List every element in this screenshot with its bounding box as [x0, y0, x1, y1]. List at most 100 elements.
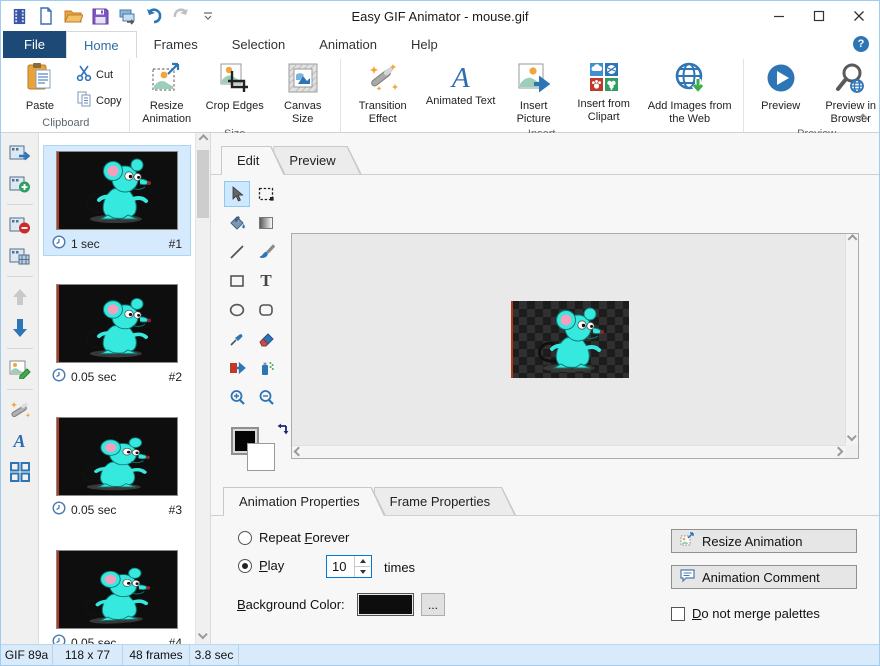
- delete-frame-icon[interactable]: [8, 214, 32, 236]
- play-radio[interactable]: Play: [238, 558, 284, 573]
- background-color-browse-button[interactable]: ...: [421, 593, 445, 616]
- fill-tool-icon[interactable]: [224, 210, 250, 236]
- insert-from-clipart-button[interactable]: Insert from Clipart: [568, 59, 640, 125]
- eraser-tool-icon[interactable]: [253, 326, 279, 352]
- export-frames-icon[interactable]: [117, 6, 137, 26]
- scroll-right-icon[interactable]: [834, 447, 844, 457]
- tab-file[interactable]: File: [3, 31, 66, 58]
- tab-help[interactable]: Help: [394, 31, 455, 58]
- canvas-horizontal-scrollbar[interactable]: [292, 445, 845, 458]
- preview-button[interactable]: Preview: [747, 59, 815, 114]
- radio-circle[interactable]: [238, 531, 252, 545]
- color-swatches: [231, 425, 291, 473]
- replace-color-tool-icon[interactable]: [224, 355, 250, 381]
- insert-picture-button[interactable]: Insert Picture: [500, 59, 568, 127]
- edit-canvas[interactable]: [292, 234, 845, 445]
- extract-frame-icon[interactable]: [8, 142, 32, 164]
- repeat-forever-radio[interactable]: Repeat Forever: [238, 530, 349, 545]
- ellipse-tool-icon[interactable]: [224, 297, 250, 323]
- rounded-rect-tool-icon[interactable]: [253, 297, 279, 323]
- swap-colors-icon[interactable]: [275, 421, 291, 442]
- qat-dropdown-icon[interactable]: [198, 6, 218, 26]
- tab-selection[interactable]: Selection: [215, 31, 302, 58]
- frame-item-1[interactable]: 1 sec #1: [43, 145, 191, 256]
- frames-scrollbar[interactable]: [195, 133, 210, 644]
- add-images-web-button[interactable]: Add Images from the Web: [640, 59, 740, 127]
- manage-frames-icon[interactable]: [8, 461, 32, 483]
- clock-icon: [52, 634, 66, 644]
- scroll-down-icon[interactable]: [847, 431, 857, 441]
- spin-up-icon[interactable]: [354, 556, 370, 566]
- tab-animation-properties[interactable]: Animation Properties: [223, 487, 386, 515]
- canvas-size-button[interactable]: Canvas Size: [269, 59, 337, 127]
- tab-frames[interactable]: Frames: [137, 31, 215, 58]
- minimize-button[interactable]: [759, 1, 799, 31]
- undo-icon[interactable]: [144, 6, 164, 26]
- scroll-up-icon[interactable]: [196, 133, 210, 148]
- copy-button[interactable]: Copy: [76, 91, 122, 110]
- tab-animation[interactable]: Animation: [302, 31, 394, 58]
- frame-duration: 0.05 sec: [71, 503, 116, 517]
- select-tool-icon[interactable]: [224, 181, 250, 207]
- preview-in-browser-button[interactable]: Preview in Browser: [815, 59, 880, 127]
- preview-in-browser-icon: [835, 62, 867, 99]
- eyedropper-tool-icon[interactable]: [224, 326, 250, 352]
- maximize-button[interactable]: [799, 1, 839, 31]
- resize-animation-button[interactable]: Resize Animation: [133, 59, 201, 127]
- scroll-left-icon[interactable]: [294, 447, 304, 457]
- zoom-in-tool-icon[interactable]: [224, 384, 250, 410]
- edit-frame-icon[interactable]: [8, 358, 32, 380]
- tab-preview[interactable]: Preview: [273, 146, 361, 174]
- animated-text-button[interactable]: A Animated Text: [422, 59, 500, 109]
- radio-circle[interactable]: [238, 559, 252, 573]
- add-frame-icon[interactable]: [8, 173, 32, 195]
- frame-item-2[interactable]: 0.05 sec #2: [43, 278, 191, 389]
- scroll-up-icon[interactable]: [848, 234, 858, 244]
- effects-wand-icon[interactable]: [8, 399, 32, 421]
- animation-comment-button[interactable]: Animation Comment: [671, 565, 857, 589]
- tab-edit[interactable]: Edit: [221, 146, 285, 174]
- tab-frame-properties[interactable]: Frame Properties: [374, 487, 516, 515]
- play-times-input[interactable]: [327, 556, 354, 577]
- cut-button[interactable]: Cut: [76, 65, 122, 84]
- properties-tab-bar: Animation Properties Frame Properties: [211, 485, 879, 516]
- app-filmstrip-icon[interactable]: [9, 6, 29, 26]
- text-tool-icon[interactable]: T: [253, 268, 279, 294]
- text-tool-icon[interactable]: A: [8, 430, 32, 452]
- resize-animation-panel-button[interactable]: Resize Animation: [671, 529, 857, 553]
- move-frame-up-icon[interactable]: [8, 286, 32, 308]
- background-color-value-swatch[interactable]: [357, 593, 414, 616]
- zoom-out-tool-icon[interactable]: [253, 384, 279, 410]
- spin-down-icon[interactable]: [354, 566, 370, 577]
- line-tool-icon[interactable]: [224, 239, 250, 265]
- redo-icon[interactable]: [171, 6, 191, 26]
- brush-tool-icon[interactable]: [253, 239, 279, 265]
- crop-edges-button[interactable]: Crop Edges: [201, 59, 269, 114]
- move-frame-down-icon[interactable]: [8, 317, 32, 339]
- close-button[interactable]: [839, 1, 879, 31]
- save-icon[interactable]: [90, 6, 110, 26]
- paste-button[interactable]: Paste: [6, 59, 74, 114]
- frame-item-3[interactable]: 0.05 sec #3: [43, 411, 191, 522]
- frame-item-4[interactable]: 0.05 sec #4: [43, 544, 191, 644]
- scrollbar-thumb[interactable]: [197, 150, 209, 218]
- gif-frame-image: [511, 301, 629, 378]
- scroll-down-icon[interactable]: [196, 629, 210, 644]
- open-folder-icon[interactable]: [63, 6, 83, 26]
- new-file-icon[interactable]: [36, 6, 56, 26]
- rect-select-tool-icon[interactable]: [253, 181, 279, 207]
- toolbar-separator: [7, 348, 33, 349]
- merge-palettes-checkbox-row[interactable]: Do not merge palettes: [671, 606, 820, 621]
- transition-effect-button[interactable]: Transition Effect: [344, 59, 422, 127]
- collapse-ribbon-icon[interactable]: [857, 108, 869, 126]
- tab-home[interactable]: Home: [66, 31, 137, 58]
- merge-palettes-checkbox[interactable]: [671, 607, 685, 621]
- background-color-swatch[interactable]: [247, 443, 275, 471]
- help-icon[interactable]: ?: [853, 36, 869, 52]
- insert-from-clipart-icon: [589, 62, 619, 97]
- rectangle-tool-icon[interactable]: [224, 268, 250, 294]
- canvas-vertical-scrollbar[interactable]: [845, 234, 858, 445]
- duplicate-frame-icon[interactable]: [8, 245, 32, 267]
- gradient-tool-icon[interactable]: [253, 210, 279, 236]
- spray-tool-icon[interactable]: [253, 355, 279, 381]
